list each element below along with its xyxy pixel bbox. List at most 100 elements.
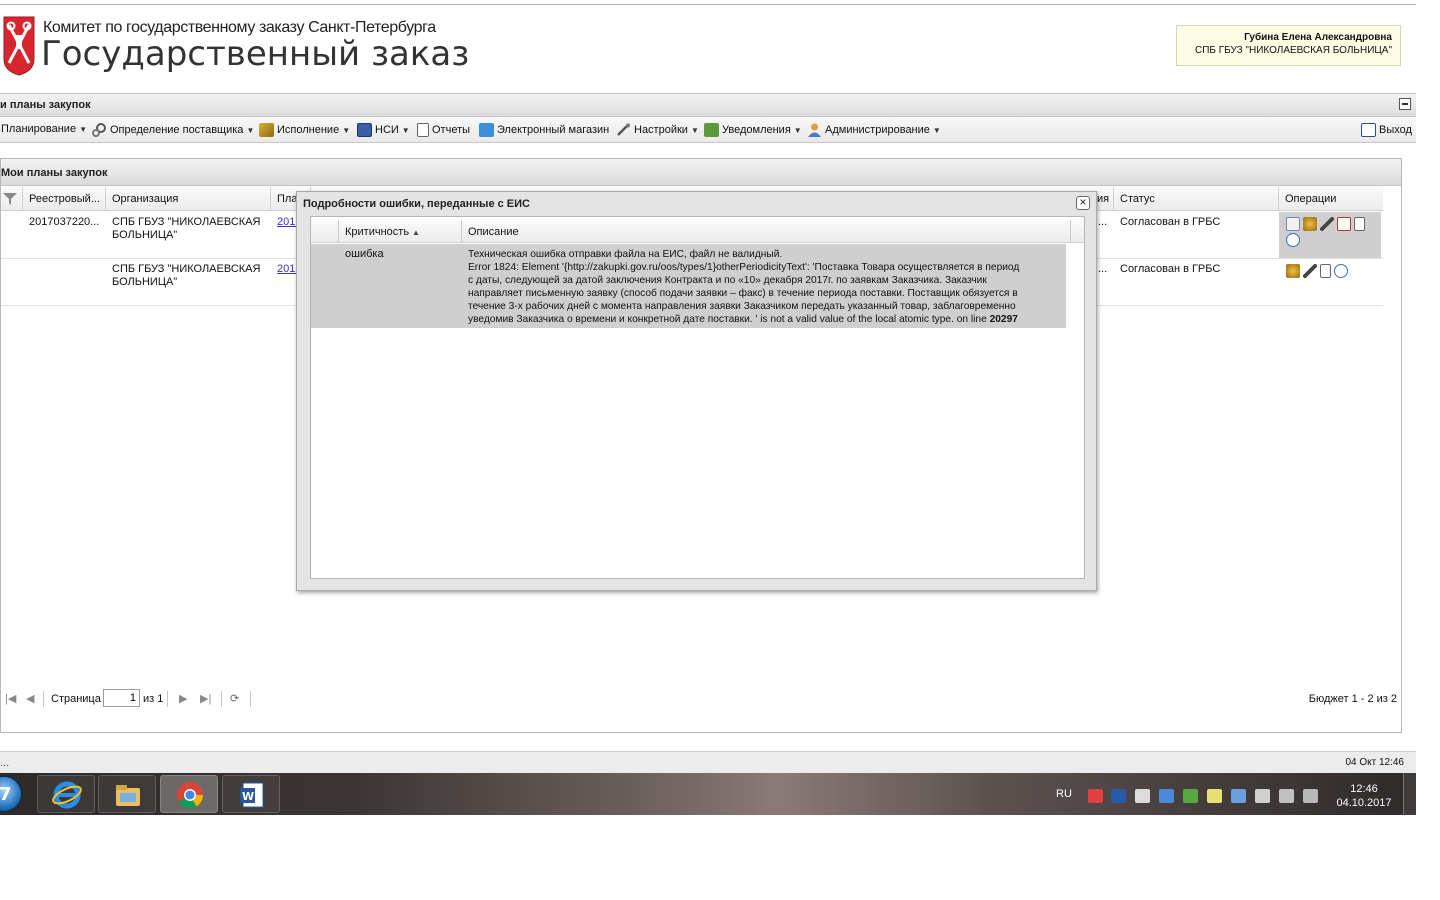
start-button[interactable]: 7 bbox=[0, 776, 22, 812]
display-icon[interactable] bbox=[1159, 789, 1174, 803]
user-info-box[interactable]: Губина Елена Александровна СПБ ГБУЗ "НИК… bbox=[1176, 25, 1401, 66]
svg-text:W: W bbox=[242, 790, 254, 803]
menu-reports[interactable]: Отчеты bbox=[417, 123, 470, 137]
organization-name: СПБ ГБУЗ "НИКОЛАЕВСКАЯ БОЛЬНИЦА" bbox=[112, 216, 260, 242]
network-icon[interactable] bbox=[1279, 789, 1294, 803]
document-icon[interactable] bbox=[1354, 217, 1365, 231]
pencil-icon[interactable] bbox=[1303, 264, 1317, 278]
column-filter-header[interactable] bbox=[1, 187, 23, 211]
info-icon[interactable] bbox=[1334, 264, 1348, 278]
gears-icon bbox=[92, 123, 106, 137]
app-header: Комитет по государственному заказу Санкт… bbox=[0, 5, 1416, 87]
error-grid-header: Критичность ▲ Описание bbox=[311, 220, 1084, 243]
menu-planning[interactable]: Планирование ▼ bbox=[1, 123, 87, 135]
pencil-icon[interactable] bbox=[1320, 217, 1334, 231]
chevron-down-icon: ▼ bbox=[793, 125, 802, 135]
taskbar-chrome[interactable] bbox=[160, 775, 218, 813]
prev-page-icon[interactable]: ◀ bbox=[26, 692, 34, 705]
status-bar: ... 04 Окт 12:46 bbox=[0, 751, 1416, 773]
info-icon[interactable] bbox=[1286, 233, 1300, 247]
row-operations bbox=[1286, 264, 1381, 278]
update-icon[interactable] bbox=[1231, 789, 1246, 803]
eagle-emblem-icon[interactable] bbox=[1303, 217, 1317, 231]
row-number-header bbox=[311, 220, 339, 243]
taskbar-internet-explorer[interactable] bbox=[37, 775, 95, 813]
taskbar-word[interactable]: W bbox=[222, 775, 280, 813]
refresh-icon[interactable]: ⟳ bbox=[230, 692, 239, 705]
section-title: и планы закупок bbox=[0, 99, 91, 111]
keyboard-language[interactable]: RU bbox=[1056, 788, 1072, 800]
registry-number: 2017037220... bbox=[29, 216, 100, 228]
collapse-panel-button[interactable] bbox=[1399, 98, 1411, 110]
volume-muted-icon[interactable] bbox=[1303, 789, 1318, 803]
main-menu: Планирование ▼ Определение поставщика ▼ Ис… bbox=[0, 117, 1416, 143]
user-name: Губина Елена Александровна bbox=[1244, 32, 1392, 43]
pagination-toolbar: |◀ ◀ Страница из 1 ▶ ▶| ⟳ Бюджет 1 - 2 и… bbox=[1, 687, 1403, 712]
clock-time: 12:46 bbox=[1350, 783, 1378, 795]
menu-supplier-selection[interactable]: Определение поставщика ▼ bbox=[92, 123, 254, 137]
edit-document-icon[interactable] bbox=[1286, 217, 1300, 231]
menu-nsi[interactable]: НСИ ▼ bbox=[357, 123, 410, 137]
chevron-down-icon: ▼ bbox=[932, 125, 941, 135]
column-status[interactable]: Статус bbox=[1114, 187, 1279, 211]
page-number-input[interactable] bbox=[103, 689, 140, 707]
exit-button[interactable]: Выход bbox=[1361, 123, 1412, 137]
security-icon[interactable] bbox=[1183, 789, 1198, 803]
app-title: Государственный заказ bbox=[41, 34, 470, 74]
page-count: из 1 bbox=[143, 693, 164, 705]
column-severity-label: Критичность bbox=[345, 226, 410, 238]
menu-notifications[interactable]: Уведомления ▼ bbox=[704, 123, 802, 137]
flag-icon[interactable] bbox=[1088, 789, 1103, 803]
description-line: Error 1824: Element '{http://zakupki.gov… bbox=[468, 262, 1020, 273]
description-line-last: уведомив Заказчика о времени и конкретно… bbox=[468, 313, 1064, 326]
menu-label: Определение поставщика bbox=[110, 124, 244, 136]
mail-icon[interactable] bbox=[1255, 789, 1270, 803]
menu-label: НСИ bbox=[375, 124, 399, 136]
add-calendar-icon[interactable] bbox=[1337, 217, 1351, 231]
org-line-2: БОЛЬНИЦА" bbox=[112, 229, 178, 241]
eagle-emblem-icon[interactable] bbox=[1286, 264, 1300, 278]
next-page-icon[interactable]: ▶ bbox=[179, 692, 187, 705]
error-severity: ошибка bbox=[345, 248, 384, 260]
menu-label: Отчеты bbox=[432, 124, 471, 136]
internet-explorer-icon bbox=[52, 781, 82, 809]
column-description[interactable]: Описание bbox=[462, 220, 1071, 243]
notification-icon bbox=[704, 123, 719, 137]
menu-label: Планирование bbox=[1, 123, 77, 135]
menu-label: Администрирование bbox=[825, 124, 930, 136]
org-line-2: БОЛЬНИЦА" bbox=[112, 276, 178, 288]
printer-icon[interactable] bbox=[1135, 789, 1150, 803]
grid-title-bar: Мои планы закупок bbox=[1, 159, 1401, 186]
close-icon[interactable]: × bbox=[1076, 196, 1090, 210]
description-line: течение 3-х рабочих дней с момента напра… bbox=[468, 301, 1016, 312]
column-organization[interactable]: Организация bbox=[106, 187, 271, 211]
grid-title: Мои планы закупок bbox=[1, 167, 108, 179]
file-explorer-icon bbox=[116, 785, 140, 806]
spb-coat-of-arms-icon bbox=[3, 16, 35, 76]
network-agent-icon[interactable] bbox=[1111, 789, 1126, 803]
report-icon bbox=[417, 123, 429, 137]
menu-administration[interactable]: Администрирование ▼ bbox=[807, 123, 941, 137]
column-severity[interactable]: Критичность ▲ bbox=[339, 220, 462, 243]
organization-name: СПБ ГБУЗ "НИКОЛАЕВСКАЯ БОЛЬНИЦА" bbox=[112, 263, 260, 289]
windows-logo-icon: 7 bbox=[0, 784, 12, 805]
line-number: 20297 bbox=[989, 314, 1018, 325]
error-row[interactable]: ошибка Техническая ошибка отправки файла… bbox=[311, 244, 1066, 328]
first-page-icon[interactable]: |◀ bbox=[5, 692, 16, 705]
show-desktop-button[interactable] bbox=[1403, 773, 1416, 815]
document-icon[interactable] bbox=[1320, 264, 1331, 278]
taskbar-file-explorer[interactable] bbox=[98, 775, 156, 813]
menu-label: Исполнение bbox=[277, 124, 340, 136]
column-registry[interactable]: Реестровый... bbox=[23, 187, 106, 211]
execution-icon bbox=[259, 123, 274, 137]
system-clock[interactable]: 12:46 04.10.2017 bbox=[1334, 782, 1394, 810]
pager-separator bbox=[167, 691, 168, 707]
description-line: Техническая ошибка отправки файла на ЕИС… bbox=[468, 249, 783, 260]
menu-settings[interactable]: Настройки ▼ bbox=[616, 123, 699, 137]
last-page-icon[interactable]: ▶| bbox=[200, 692, 211, 705]
battery-icon[interactable] bbox=[1207, 789, 1222, 803]
menu-execution[interactable]: Исполнение ▼ bbox=[259, 123, 350, 137]
user-organization: СПБ ГБУЗ "НИКОЛАЕВСКАЯ БОЛЬНИЦА" bbox=[1194, 45, 1392, 56]
menu-e-shop[interactable]: Электронный магазин bbox=[479, 123, 609, 137]
truncated-cell: ... bbox=[1098, 263, 1108, 275]
